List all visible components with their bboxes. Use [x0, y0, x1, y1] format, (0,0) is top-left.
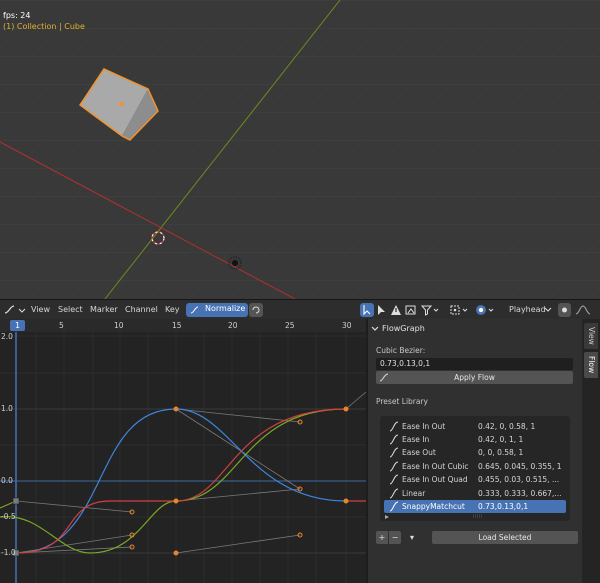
menu-marker[interactable]: Marker: [90, 304, 118, 316]
preset-value: 0.333, 0.333, 0.667,...: [478, 489, 562, 498]
list-item[interactable]: Ease Out 0, 0, 0.58, 1: [384, 446, 566, 459]
list-toolbar: + − ▾ Load Selected: [376, 531, 578, 544]
playhead-dropdown[interactable]: Playhead: [509, 304, 546, 316]
normalize-toggle[interactable]: Normalize: [186, 303, 248, 317]
tab-flow[interactable]: Flow: [584, 352, 598, 378]
cursor-tool-button[interactable]: [360, 303, 374, 317]
ruler-label: 15: [172, 321, 182, 330]
curve-icon: [389, 501, 399, 512]
apply-flow-label: Apply Flow: [454, 373, 495, 382]
proportional-edit-button[interactable]: [558, 303, 571, 317]
preset-library-label: Preset Library: [376, 397, 428, 406]
filter-icon: [420, 305, 439, 316]
curve-icon: [389, 474, 399, 485]
curve-icon: [389, 461, 399, 472]
menu-select[interactable]: Select: [58, 304, 83, 316]
chevron-down-icon[interactable]: [544, 305, 552, 315]
preset-name: Linear: [402, 489, 426, 498]
show-errors-button[interactable]: [389, 303, 403, 317]
sidebar-tabs: View Flow: [582, 319, 600, 583]
preset-name: Ease In Out Cubic: [402, 462, 469, 471]
curve-icon: [389, 488, 399, 499]
preset-value: 0.42, 0, 1, 1: [478, 435, 524, 444]
preset-menu-button[interactable]: ▾: [406, 531, 418, 544]
menu-channel[interactable]: Channel: [125, 304, 158, 316]
proportional-icon: [476, 305, 494, 315]
image-icon: [405, 305, 416, 315]
remove-preset-button[interactable]: −: [389, 531, 401, 544]
preset-value: 0.73,0.13,0,1: [478, 502, 529, 511]
y-axis-label: 0.0: [1, 476, 13, 485]
ruler-label: 10: [114, 321, 124, 330]
warning-icon: [391, 305, 401, 315]
y-axis-label: 1.0: [1, 404, 13, 413]
ruler-label: 5: [59, 321, 64, 330]
collection-label: (1) Collection | Cube: [3, 22, 85, 31]
arrow-icon: [378, 305, 385, 315]
preset-value: 0, 0, 0.58, 1: [478, 448, 524, 457]
dot-icon: [562, 307, 567, 313]
expand-triangle-icon[interactable]: [384, 514, 390, 520]
normalize-icon: [190, 306, 199, 314]
preset-name: Ease Out: [402, 448, 436, 457]
refresh-icon: [252, 306, 260, 314]
menu-view[interactable]: View: [31, 304, 50, 316]
add-preset-button[interactable]: +: [376, 531, 388, 544]
chevron-down-icon[interactable]: [371, 325, 379, 333]
normalize-label: Normalize: [205, 304, 246, 313]
pivot-icon: [450, 305, 468, 315]
ruler-label: 25: [285, 321, 295, 330]
fps-readout: fps: 24: [3, 11, 31, 20]
preset-value: 0.645, 0.045, 0.355, 1: [478, 462, 562, 471]
menu-key[interactable]: Key: [165, 304, 180, 316]
y-axis-label: 2.0: [1, 332, 13, 341]
list-item[interactable]: Ease In Out 0.42, 0, 0.58, 1: [384, 420, 566, 433]
ruler-label: 30: [342, 321, 352, 330]
y-axis-label: -1.0: [1, 548, 16, 557]
current-frame-indicator[interactable]: 1: [10, 320, 25, 331]
app-root: fps: 24 (1) Collection | Cube View Selec…: [0, 0, 600, 583]
snapping-button[interactable]: [404, 303, 418, 317]
curve-icon: [379, 373, 389, 382]
falloff-icon[interactable]: [574, 303, 596, 317]
frame-ruler[interactable]: 5 10 15 20 25 30: [0, 319, 366, 332]
auto-normalize-button[interactable]: [249, 303, 263, 317]
preset-value: 0.455, 0.03, 0.515, ...: [478, 475, 560, 484]
panel-title[interactable]: FlowGraph: [382, 322, 425, 336]
y-axis-label: -0.5: [1, 512, 16, 521]
resize-grip-icon[interactable]: [472, 514, 484, 519]
preset-list[interactable]: Ease In Out 0.42, 0, 0.58, 1 Ease In 0.4…: [380, 416, 570, 521]
only-selected-button[interactable]: [375, 303, 389, 317]
cursor-icon: [363, 305, 371, 316]
preset-name: Ease In Out: [402, 422, 446, 431]
bezier-input[interactable]: 0.73,0.13,0,1: [376, 358, 573, 370]
preset-name: Ease In: [402, 435, 430, 444]
list-item-selected[interactable]: SnappyMatchcut 0.73,0.13,0,1: [384, 500, 566, 513]
editor-type-icon[interactable]: [3, 303, 27, 317]
list-item[interactable]: Ease In 0.42, 0, 1, 1: [384, 433, 566, 446]
viewport-grid: [0, 0, 600, 299]
list-item[interactable]: Ease In Out Cubic 0.645, 0.045, 0.355, 1: [384, 460, 566, 473]
curve-icon: [389, 434, 399, 445]
preset-name: SnappyMatchcut: [402, 502, 465, 511]
graph-editor-header: View Select Marker Channel Key Normalize: [0, 299, 600, 319]
filter-dropdown[interactable]: [420, 303, 442, 317]
ruler-label: 20: [228, 321, 238, 330]
load-selected-button[interactable]: Load Selected: [432, 531, 578, 544]
list-item[interactable]: Linear 0.333, 0.333, 0.667,...: [384, 487, 566, 500]
graph-area[interactable]: 2.0 1.0 0.0 -0.5 -1.0: [0, 332, 366, 583]
tab-view[interactable]: View: [584, 323, 598, 349]
apply-flow-button[interactable]: Apply Flow: [376, 371, 573, 384]
list-item[interactable]: Ease In Out Quad 0.455, 0.03, 0.515, ...: [384, 473, 566, 486]
curve-icon: [389, 421, 399, 432]
preset-value: 0.42, 0, 0.58, 1: [478, 422, 536, 431]
curve-canvas: [0, 332, 366, 583]
proportional-dropdown[interactable]: [474, 303, 496, 317]
sidebar-panel: FlowGraph Cubic Bezier: 0.73,0.13,0,1 Ap…: [368, 319, 582, 583]
curve-icon: [389, 447, 399, 458]
pivot-dropdown[interactable]: [449, 303, 471, 317]
3d-viewport[interactable]: fps: 24 (1) Collection | Cube: [0, 0, 600, 299]
bezier-label: Cubic Bezier:: [376, 346, 426, 355]
preset-name: Ease In Out Quad: [402, 475, 468, 484]
